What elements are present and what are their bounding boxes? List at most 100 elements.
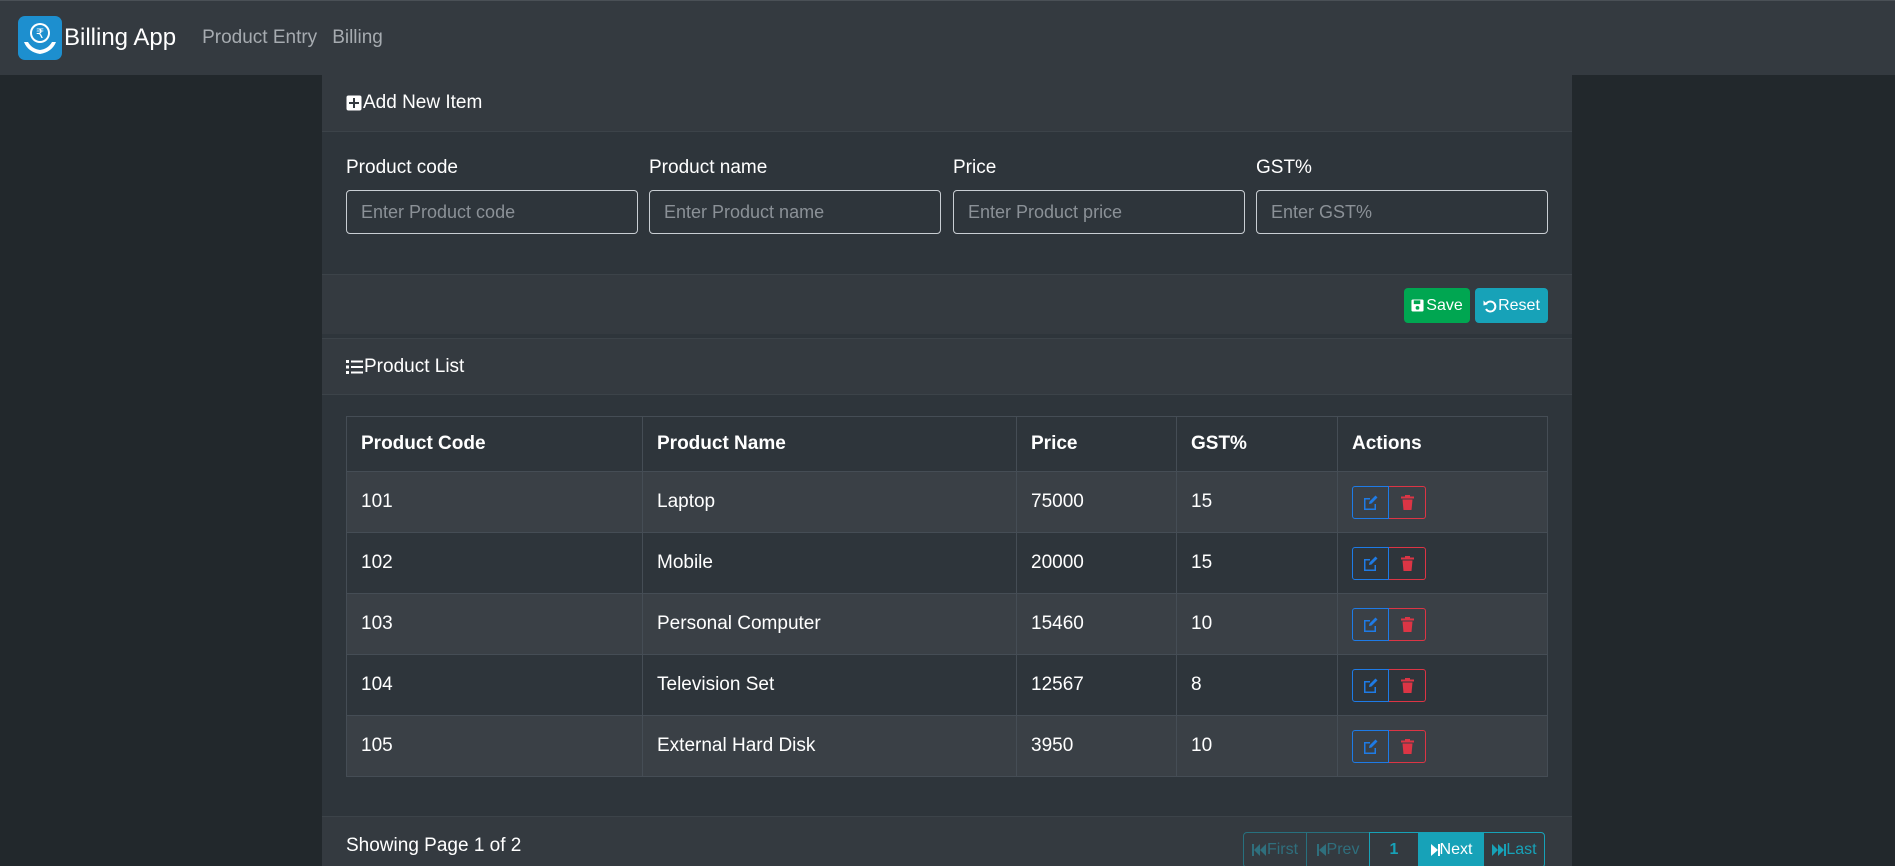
- cell-actions: [1337, 593, 1548, 655]
- plus-square-icon: [346, 95, 362, 111]
- cell-code: 104: [346, 654, 643, 716]
- edit-icon: [1364, 556, 1378, 571]
- nav-link-product-entry[interactable]: Product Entry: [202, 27, 317, 49]
- cell-name: Mobile: [642, 532, 1017, 594]
- save-button[interactable]: Save: [1404, 288, 1470, 323]
- app-title: Billing App: [64, 24, 177, 51]
- edit-icon: [1364, 739, 1378, 754]
- edit-button[interactable]: [1352, 607, 1389, 641]
- add-item-title: Add New Item: [363, 92, 483, 113]
- trash-icon: [1400, 738, 1414, 754]
- gst-input[interactable]: [1256, 190, 1548, 234]
- cell-code: 103: [346, 593, 643, 655]
- next-page-label: Next: [1439, 841, 1473, 858]
- delete-button[interactable]: [1389, 607, 1426, 641]
- cell-name: Laptop: [642, 471, 1017, 533]
- cell-code: 105: [346, 715, 643, 777]
- save-icon: [1411, 299, 1424, 312]
- delete-button[interactable]: [1389, 668, 1426, 702]
- product-code-label: Product code: [346, 157, 458, 178]
- save-label: Save: [1426, 296, 1463, 314]
- navbar: ₹ Billing App Product Entry Billing: [0, 0, 1895, 75]
- last-page-button[interactable]: Last: [1483, 832, 1545, 866]
- table-row: 105 External Hard Disk 3950 10: [346, 715, 1548, 777]
- cell-gst: 10: [1176, 593, 1338, 655]
- cell-gst: 8: [1176, 654, 1338, 716]
- table-row: 104 Television Set 12567 8: [346, 654, 1548, 716]
- cell-price: 75000: [1016, 471, 1177, 533]
- product-code-input[interactable]: [346, 190, 638, 234]
- step-forward-icon: [1430, 844, 1440, 856]
- product-name-label: Product name: [649, 157, 768, 178]
- step-backward-icon: [1316, 844, 1326, 856]
- reset-label: Reset: [1498, 296, 1540, 314]
- edit-icon: [1364, 495, 1378, 510]
- cell-price: 15460: [1016, 593, 1177, 655]
- prev-page-label: Prev: [1326, 841, 1360, 858]
- cell-actions: [1337, 654, 1548, 716]
- cell-name: External Hard Disk: [642, 715, 1017, 777]
- price-label: Price: [953, 157, 997, 178]
- cell-actions: [1337, 532, 1548, 594]
- last-page-label: Last: [1506, 841, 1537, 858]
- cell-gst: 10: [1176, 715, 1338, 777]
- form-footer: [322, 274, 1572, 334]
- col-product-code[interactable]: Product Code: [346, 416, 643, 472]
- first-page-label: First: [1266, 841, 1299, 858]
- cell-price: 12567: [1016, 654, 1177, 716]
- prev-page-button[interactable]: Prev: [1306, 832, 1370, 866]
- edit-button[interactable]: [1352, 729, 1389, 763]
- cell-code: 102: [346, 532, 643, 594]
- page-number-current[interactable]: 1: [1369, 832, 1419, 866]
- product-list-title: Product List: [364, 355, 465, 377]
- delete-button[interactable]: [1389, 546, 1426, 580]
- undo-icon: [1483, 299, 1497, 313]
- col-actions: Actions: [1337, 416, 1548, 472]
- delete-button[interactable]: [1389, 729, 1426, 763]
- cell-gst: 15: [1176, 471, 1338, 533]
- trash-icon: [1400, 555, 1414, 571]
- next-page-button[interactable]: Next: [1418, 832, 1484, 866]
- table-row: 101 Laptop 75000 15: [346, 471, 1548, 533]
- table-row: 102 Mobile 20000 15: [346, 532, 1548, 594]
- col-gst[interactable]: GST%: [1176, 416, 1338, 472]
- product-table: Product Code Product Name Price GST% Act…: [346, 416, 1548, 777]
- table-row: 103 Personal Computer 15460 10: [346, 593, 1548, 655]
- fast-backward-icon: [1251, 844, 1266, 856]
- cell-gst: 15: [1176, 532, 1338, 594]
- col-product-name[interactable]: Product Name: [642, 416, 1017, 472]
- cell-name: Personal Computer: [642, 593, 1017, 655]
- product-name-input[interactable]: [649, 190, 941, 234]
- delete-button[interactable]: [1389, 485, 1426, 519]
- first-page-button[interactable]: First: [1243, 832, 1307, 866]
- trash-icon: [1400, 616, 1414, 632]
- cell-price: 20000: [1016, 532, 1177, 594]
- reset-button[interactable]: Reset: [1475, 288, 1548, 323]
- list-icon: [346, 359, 363, 374]
- edit-icon: [1364, 617, 1378, 632]
- edit-button[interactable]: [1352, 546, 1389, 580]
- cell-price: 3950: [1016, 715, 1177, 777]
- edit-button[interactable]: [1352, 668, 1389, 702]
- svg-text:₹: ₹: [36, 27, 44, 42]
- price-input[interactable]: [953, 190, 1245, 234]
- add-item-header: Add New Item: [322, 75, 1572, 132]
- brand[interactable]: ₹ Billing App: [18, 16, 176, 60]
- nav-link-billing[interactable]: Billing: [332, 27, 383, 49]
- cell-actions: [1337, 715, 1548, 777]
- cell-actions: [1337, 471, 1548, 533]
- col-price[interactable]: Price: [1016, 416, 1177, 472]
- product-list-header: Product List: [322, 338, 1572, 395]
- page-status: Showing Page 1 of 2: [346, 835, 522, 856]
- cell-code: 101: [346, 471, 643, 533]
- rupee-hands-logo-icon: ₹: [18, 16, 62, 60]
- trash-icon: [1400, 494, 1414, 510]
- main-container: Add New Item Product code Product name P…: [322, 75, 1572, 866]
- table-header-row: Product Code Product Name Price GST% Act…: [346, 416, 1548, 472]
- gst-label: GST%: [1256, 157, 1312, 178]
- pagination: First Prev 1 Next Last: [1243, 832, 1545, 866]
- trash-icon: [1400, 677, 1414, 693]
- edit-icon: [1364, 678, 1378, 693]
- fast-forward-icon: [1492, 844, 1507, 856]
- edit-button[interactable]: [1352, 485, 1389, 519]
